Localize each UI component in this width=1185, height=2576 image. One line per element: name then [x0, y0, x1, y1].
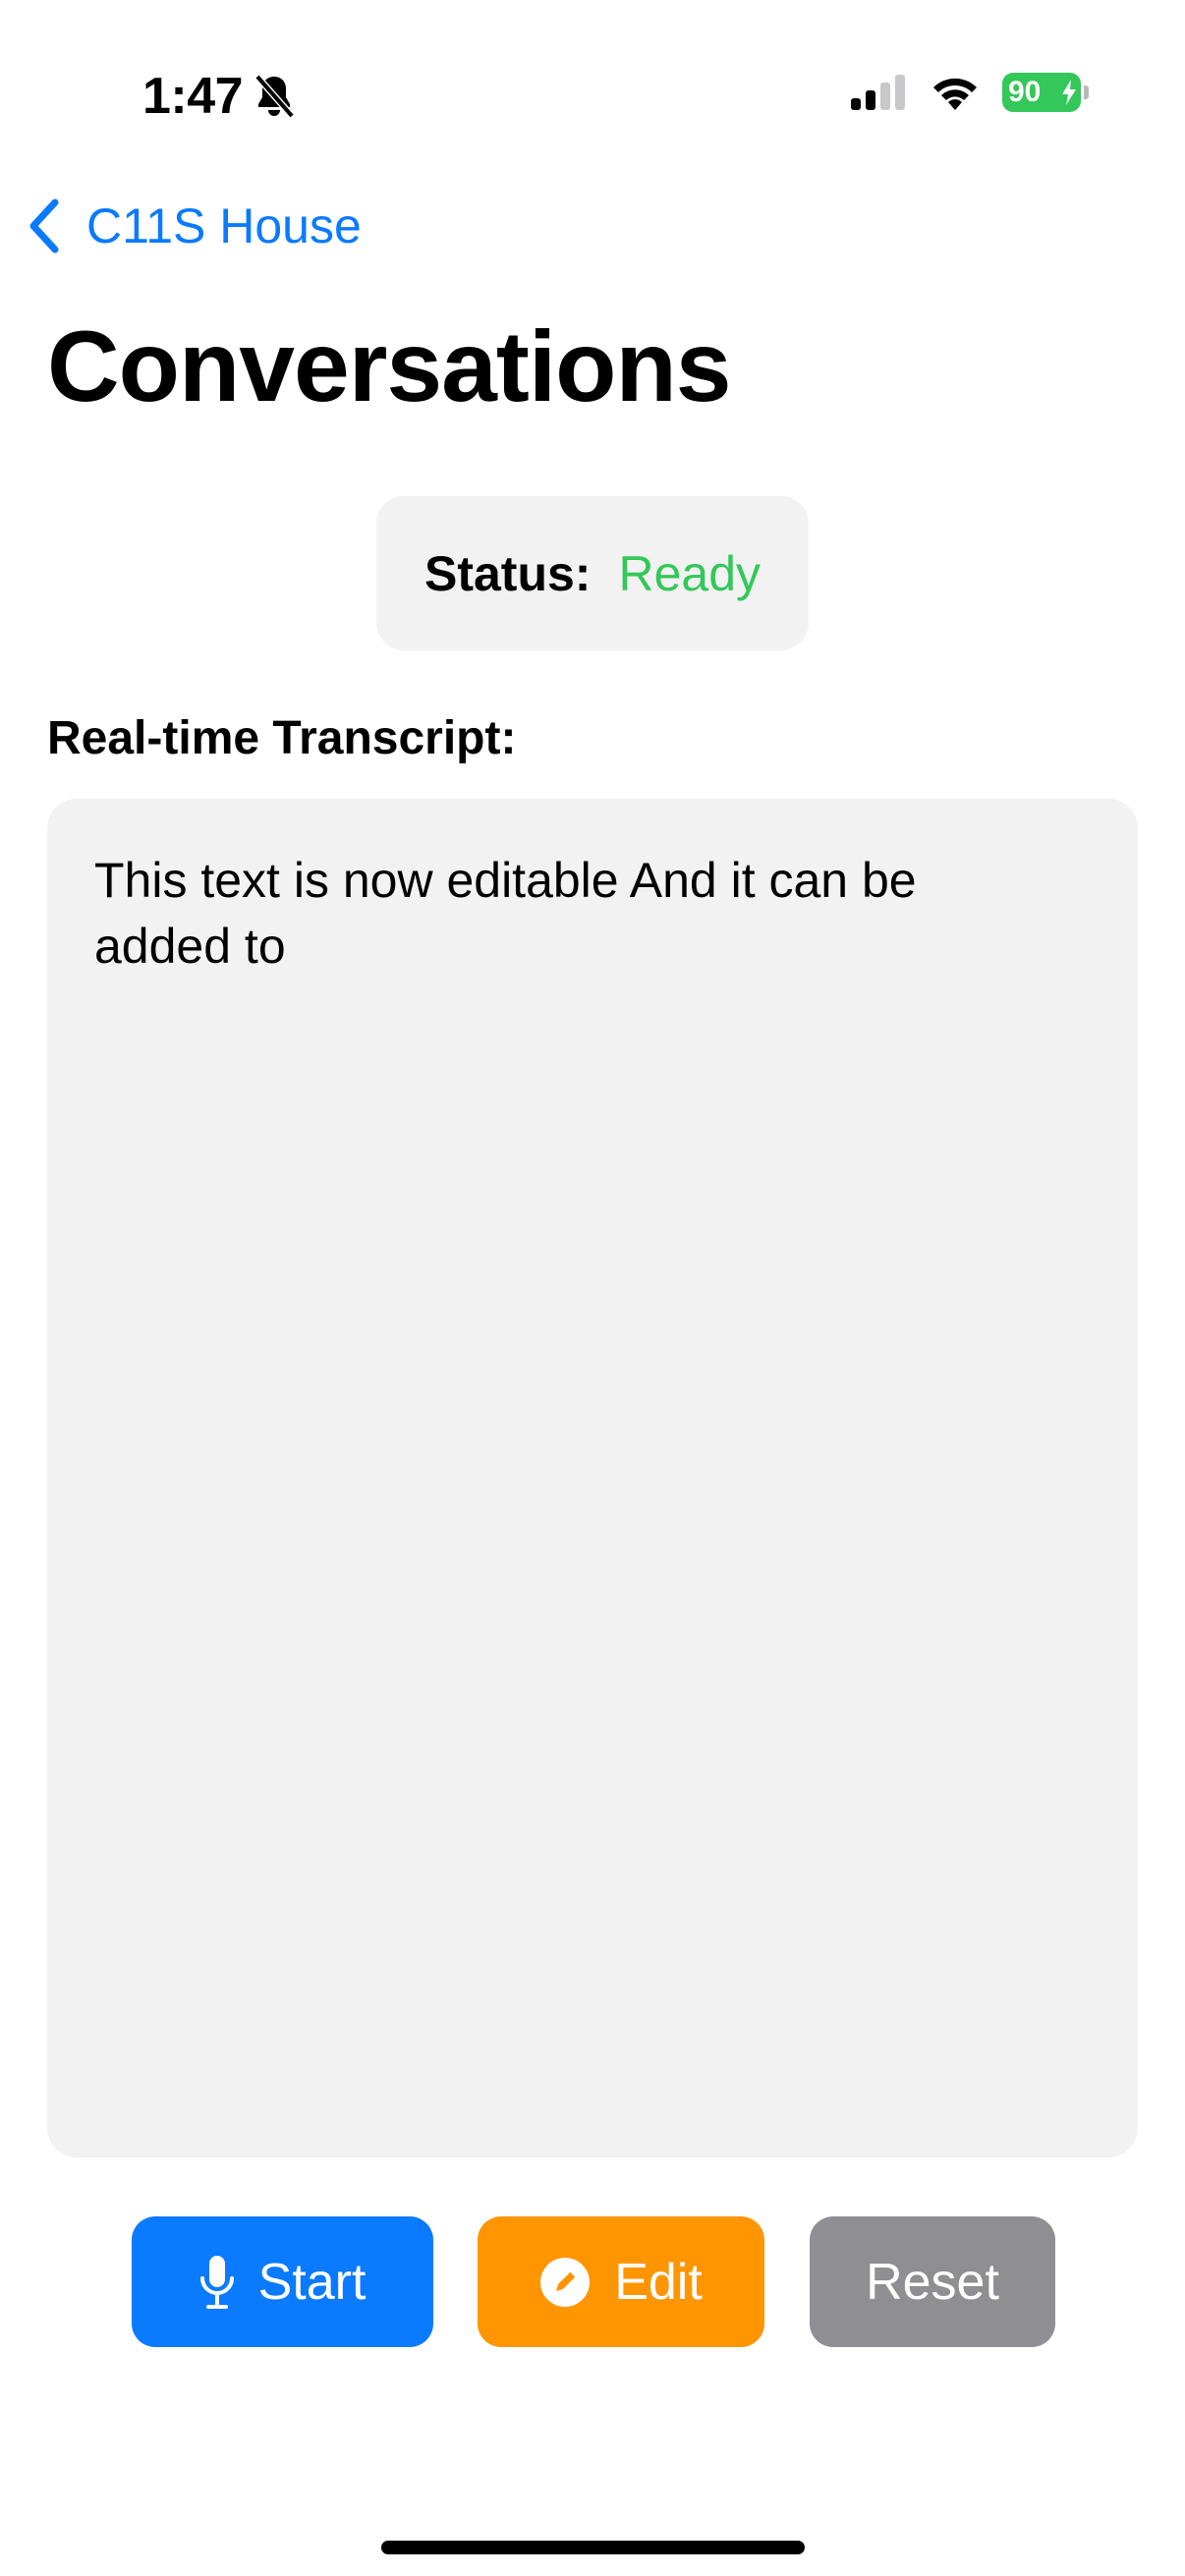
wifi-icon	[933, 78, 977, 110]
cellular-signal-icon	[851, 75, 905, 110]
transcript-heading: Real-time Transcript:	[47, 712, 517, 764]
edit-button[interactable]: Edit	[478, 2216, 764, 2347]
chevron-left-icon	[29, 198, 59, 253]
transcript-text[interactable]: This text is now editable And it can be …	[94, 848, 1038, 980]
clock-time: 1:47	[142, 68, 244, 125]
microphone-icon	[199, 2255, 234, 2309]
transcript-text-area[interactable]: This text is now editable And it can be …	[47, 799, 1138, 2157]
back-label: C11S House	[86, 198, 362, 253]
reset-label: Reset	[866, 2253, 999, 2311]
battery-cap	[1084, 85, 1089, 99]
status-bar: 1:47 90	[0, 0, 1185, 177]
edit-label: Edit	[614, 2253, 703, 2311]
battery-charging-icon: 90	[1002, 73, 1089, 112]
battery-level: 90	[1008, 76, 1042, 108]
start-label: Start	[257, 2253, 367, 2311]
page-title: Conversations	[47, 310, 732, 422]
status-value: Ready	[618, 545, 761, 601]
charging-bolt-icon	[1062, 80, 1076, 105]
status-icons: 90	[849, 73, 1089, 112]
status-label: Status:	[424, 545, 592, 601]
time-group: 1:47	[142, 67, 296, 126]
status-badge: Status: Ready	[376, 496, 809, 650]
reset-button[interactable]: Reset	[810, 2216, 1055, 2347]
pencil-circle-icon	[540, 2257, 591, 2307]
start-button[interactable]: Start	[132, 2216, 433, 2347]
home-indicator[interactable]	[381, 2541, 805, 2554]
silent-mode-icon	[254, 74, 295, 119]
back-button[interactable]: C11S House	[26, 196, 362, 255]
